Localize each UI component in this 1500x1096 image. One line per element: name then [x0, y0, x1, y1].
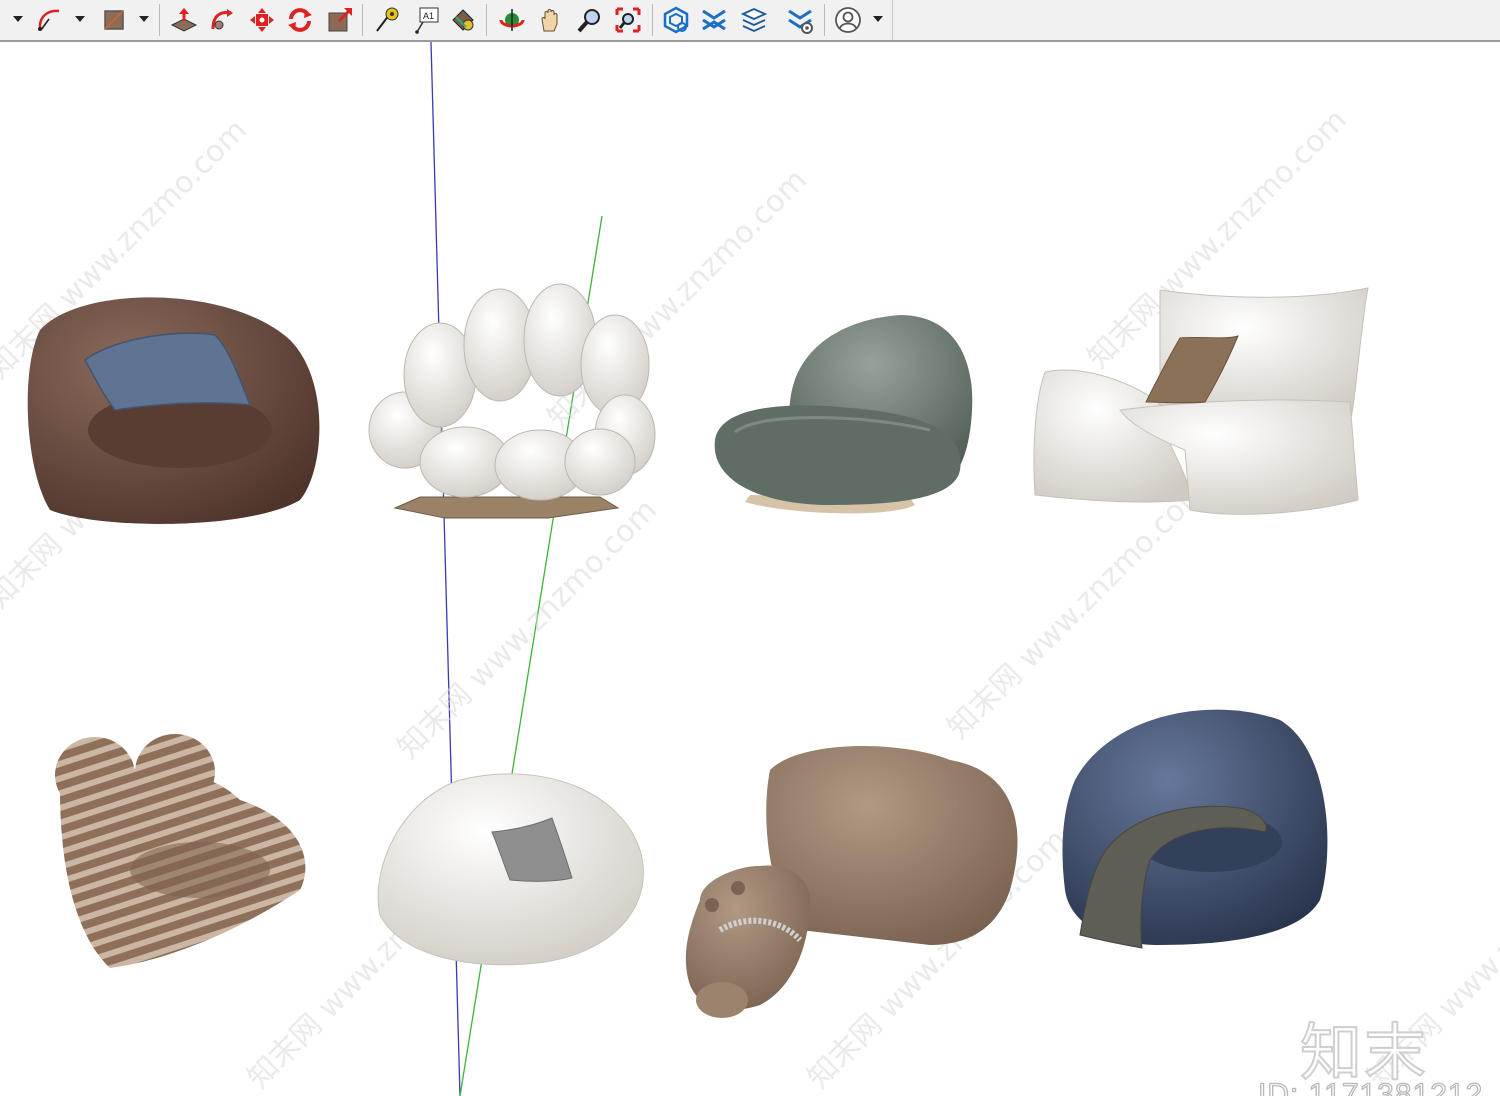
- account-icon[interactable]: [832, 4, 864, 36]
- extension-warehouse-icon[interactable]: [698, 4, 730, 36]
- follow-me-icon[interactable]: [206, 4, 238, 36]
- rotate-icon[interactable]: [284, 4, 316, 36]
- svg-text:知末网 www.znzmo.com: 知末网 www.znzmo.com: [391, 493, 664, 766]
- svg-text:知末网 www.znzmo.com: 知末网 www.znzmo.com: [941, 473, 1214, 746]
- toolbar: A1: [0, 0, 1500, 42]
- model-id-label: ID: 1171381212: [1257, 1077, 1484, 1096]
- zoom-icon[interactable]: [574, 4, 606, 36]
- model-viewport[interactable]: 知末网 www.znzmo.com 知末网 www.znzmo.com 知末网 …: [0, 42, 1500, 1096]
- scale-icon[interactable]: [324, 4, 356, 36]
- green-sage-lounge-chair[interactable]: [714, 315, 973, 514]
- pan-hand-icon[interactable]: [535, 4, 567, 36]
- text-icon[interactable]: A1: [411, 4, 443, 36]
- toolbar-edge: [892, 0, 893, 40]
- white-bean-bag-sofa[interactable]: [1033, 287, 1369, 515]
- push-pull-icon[interactable]: [168, 4, 200, 36]
- toolbar-separator: [652, 4, 653, 36]
- brown-pod-armchair[interactable]: [27, 297, 320, 524]
- extension-manager-icon[interactable]: [784, 4, 816, 36]
- move-icon[interactable]: [246, 4, 278, 36]
- toolbar-separator: [362, 4, 363, 36]
- select-dropdown-arrow-icon[interactable]: [12, 12, 24, 26]
- toolbar-separator: [486, 4, 487, 36]
- navy-pod-armchair-with-throw[interactable]: [1062, 709, 1328, 949]
- paint-bucket-icon[interactable]: [447, 4, 479, 36]
- tape-measure-icon[interactable]: [370, 4, 402, 36]
- rectangle-dropdown-arrow-icon[interactable]: [138, 12, 150, 26]
- layout-icon[interactable]: [738, 4, 770, 36]
- arc-dropdown-arrow-icon[interactable]: [74, 12, 86, 26]
- striped-hug-armchair[interactable]: [55, 734, 306, 968]
- rectangle-icon[interactable]: [98, 4, 130, 36]
- toolbar-separator: [824, 4, 825, 36]
- warehouse-icon[interactable]: [660, 4, 692, 36]
- bear-lounge-chair[interactable]: [685, 746, 1018, 1018]
- white-petal-lounge-chair[interactable]: [368, 283, 656, 519]
- arc-icon[interactable]: [34, 4, 66, 36]
- zoom-extents-icon[interactable]: [612, 4, 644, 36]
- orbit-icon[interactable]: [496, 4, 528, 36]
- account-dropdown-arrow-icon[interactable]: [872, 12, 884, 26]
- toolbar-separator: [159, 4, 160, 36]
- white-bean-bag[interactable]: [377, 773, 644, 966]
- text-icon-glyph: A1: [423, 11, 434, 21]
